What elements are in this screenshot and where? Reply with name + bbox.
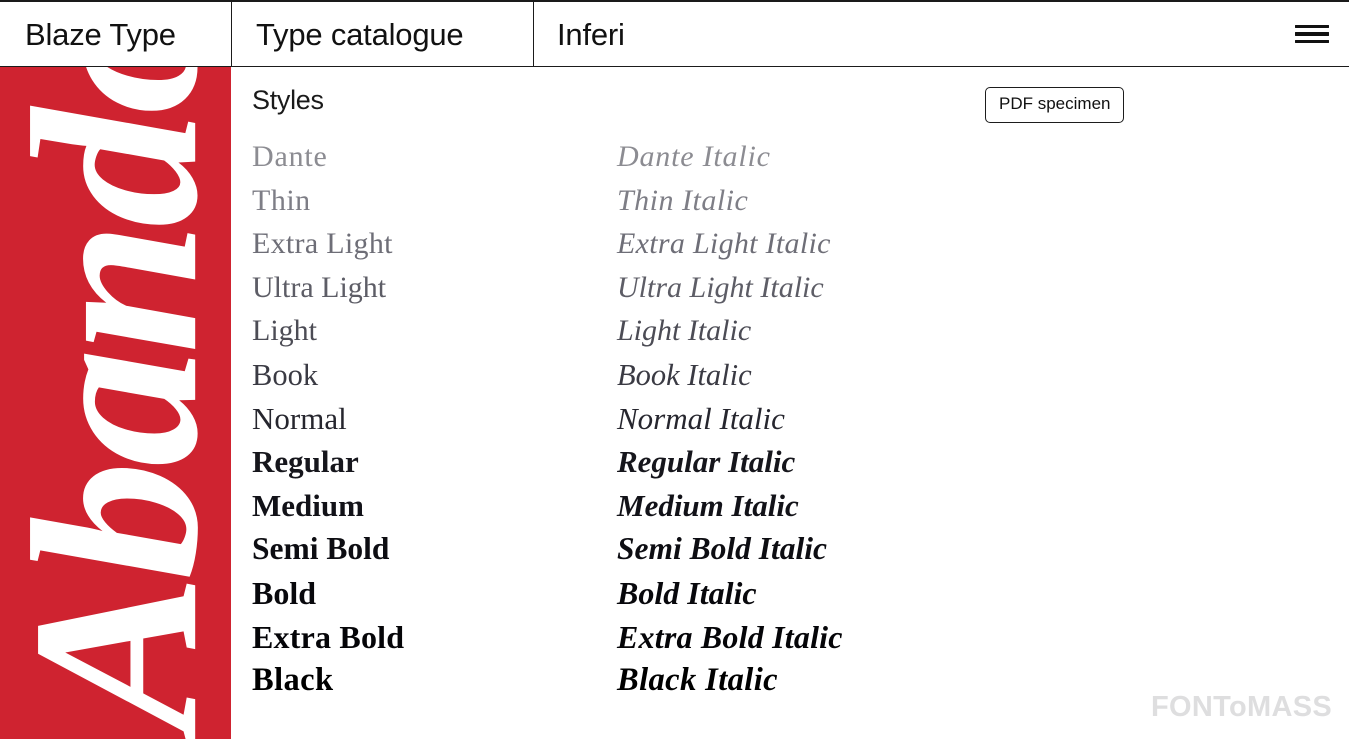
- style-name-upright[interactable]: Normal: [252, 399, 347, 439]
- style-name-italic[interactable]: Bold Italic: [617, 573, 757, 613]
- style-name-italic[interactable]: Black Italic: [617, 660, 778, 700]
- style-name-italic[interactable]: Normal Italic: [617, 399, 785, 439]
- style-name-italic[interactable]: Light Italic: [617, 311, 751, 351]
- style-row: Thin Thin Italic: [231, 181, 1349, 225]
- style-name-italic[interactable]: Dante Italic: [617, 137, 771, 177]
- style-row: Regular Regular Italic: [231, 442, 1349, 486]
- style-row: Book Book Italic: [231, 355, 1349, 399]
- style-row: Normal Normal Italic: [231, 399, 1349, 443]
- style-row: Light Light Italic: [231, 311, 1349, 355]
- style-name-upright[interactable]: Ultra Light: [252, 268, 386, 308]
- style-name-italic[interactable]: Thin Italic: [617, 181, 748, 221]
- nav-item-brand[interactable]: Blaze Type: [0, 2, 231, 66]
- style-name-upright[interactable]: Semi Bold: [252, 529, 389, 569]
- hamburger-menu-icon[interactable]: [1275, 2, 1349, 66]
- style-name-upright[interactable]: Book: [252, 355, 318, 395]
- menu-bar-bottom: [1295, 39, 1329, 44]
- style-name-italic[interactable]: Medium Italic: [617, 486, 799, 526]
- watermark: FONToMASS: [1151, 691, 1332, 723]
- cover-word: Abando: [0, 67, 231, 733]
- style-name-italic[interactable]: Book Italic: [617, 355, 752, 395]
- header-spacer: [647, 2, 1275, 66]
- style-name-upright[interactable]: Regular: [252, 442, 359, 482]
- style-list: Dante Dante Italic Thin Thin Italic Extra Li…: [231, 137, 1349, 704]
- style-row: Semi Bold Semi Bold Italic: [231, 529, 1349, 573]
- styles-panel: Styles PDF specimen Dante Dante Italic Thi…: [231, 67, 1349, 739]
- nav-item-typeface-name[interactable]: Inferi: [533, 2, 647, 66]
- style-name-upright[interactable]: Extra Light: [252, 224, 393, 264]
- typeface-cover-panel: Abando: [0, 67, 231, 739]
- style-name-upright[interactable]: Dante: [252, 137, 328, 177]
- style-name-italic[interactable]: Semi Bold Italic: [617, 529, 827, 569]
- site-header: Blaze Type Type catalogue Inferi: [0, 2, 1349, 67]
- style-name-upright[interactable]: Medium: [252, 486, 364, 526]
- style-name-upright[interactable]: Bold: [252, 573, 316, 613]
- style-row: Medium Medium Italic: [231, 486, 1349, 530]
- pdf-specimen-button[interactable]: PDF specimen: [985, 87, 1125, 123]
- style-row: Extra Light Extra Light Italic: [231, 224, 1349, 268]
- style-name-upright[interactable]: Thin: [252, 181, 311, 221]
- style-name-upright[interactable]: Light: [252, 311, 317, 351]
- style-row: Bold Bold Italic: [231, 573, 1349, 617]
- page-title: Styles: [252, 85, 324, 115]
- page-root: Blaze Type Type catalogue Inferi Abando …: [0, 0, 1349, 739]
- style-name-upright[interactable]: Black: [252, 660, 333, 700]
- style-name-upright[interactable]: Extra Bold: [252, 617, 404, 657]
- style-row: Ultra Light Ultra Light Italic: [231, 268, 1349, 312]
- style-name-italic[interactable]: Extra Light Italic: [617, 224, 831, 264]
- style-row: Dante Dante Italic: [231, 137, 1349, 181]
- style-row: Extra Bold Extra Bold Italic: [231, 617, 1349, 661]
- menu-bar-middle: [1295, 32, 1329, 36]
- style-name-italic[interactable]: Ultra Light Italic: [617, 268, 824, 308]
- style-name-italic[interactable]: Regular Italic: [617, 442, 795, 482]
- menu-bar-top: [1295, 24, 1329, 29]
- nav-item-type-catalogue[interactable]: Type catalogue: [231, 2, 533, 66]
- style-name-italic[interactable]: Extra Bold Italic: [617, 617, 843, 657]
